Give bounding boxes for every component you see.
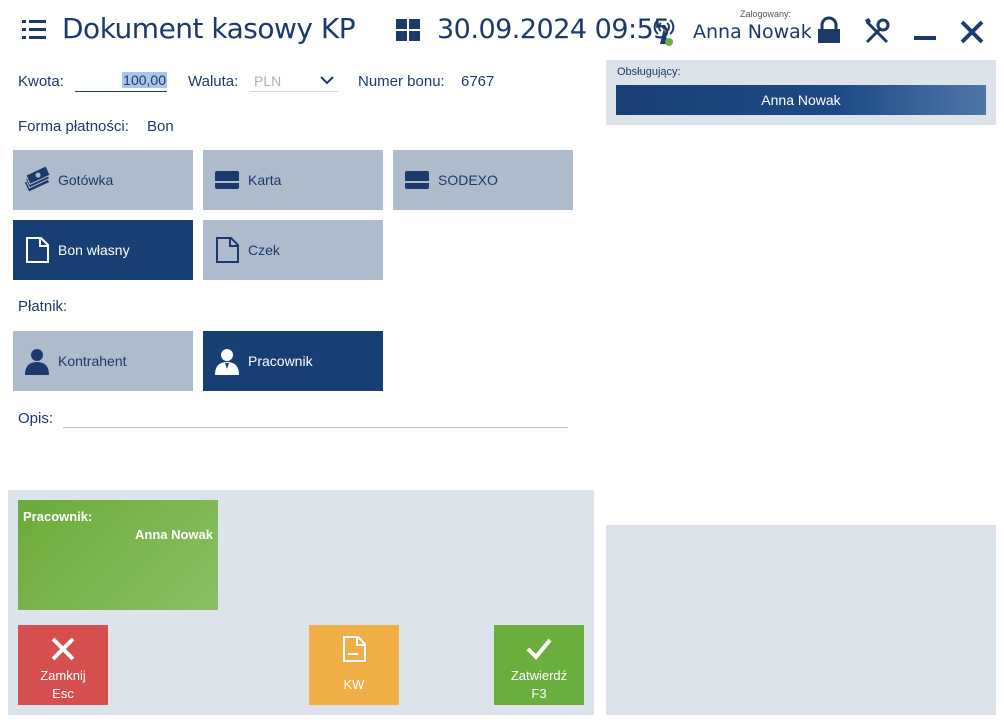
tile-gotowka[interactable]: Gotówka bbox=[13, 150, 193, 210]
tools-icon[interactable] bbox=[861, 14, 893, 48]
obslugujacy-panel: Obsługujący: Anna Nowak bbox=[606, 60, 996, 125]
confirm-button-shortcut: F3 bbox=[531, 686, 547, 701]
tile-label: Karta bbox=[248, 172, 282, 188]
checkmark-icon bbox=[525, 635, 553, 663]
confirm-button-label: Zatwierdź bbox=[510, 668, 568, 683]
kwota-label: Kwota: bbox=[18, 73, 64, 90]
forma-platnosci-value: Bon bbox=[147, 118, 174, 135]
pracownik-card: Pracownik: Anna Nowak bbox=[18, 500, 218, 610]
tile-label: SODEXO bbox=[438, 172, 498, 188]
logged-user-name: Anna Nowak bbox=[693, 21, 812, 43]
minimize-icon[interactable] bbox=[909, 14, 941, 48]
tile-sodexo[interactable]: SODEXO bbox=[393, 150, 573, 210]
opis-input[interactable] bbox=[63, 427, 568, 428]
logged-label: Zalogowany: bbox=[740, 9, 792, 19]
card-icon bbox=[403, 166, 431, 194]
close-icon[interactable] bbox=[956, 14, 988, 48]
tile-label: Pracownik bbox=[248, 353, 313, 369]
document-icon bbox=[23, 236, 51, 264]
tile-label: Bon własny bbox=[58, 242, 130, 258]
waluta-label: Waluta: bbox=[188, 73, 239, 90]
document-icon bbox=[340, 635, 368, 663]
kwota-input[interactable]: 100,00 bbox=[75, 70, 167, 92]
numer-bonu-label: Numer bonu: bbox=[358, 73, 445, 90]
card-icon bbox=[213, 166, 241, 194]
close-button[interactable]: Zamknij Esc bbox=[18, 625, 108, 705]
tile-label: Kontrahent bbox=[58, 353, 127, 369]
obslugujacy-value[interactable]: Anna Nowak bbox=[616, 85, 986, 115]
employee-icon bbox=[213, 347, 241, 375]
tile-czek[interactable]: Czek bbox=[203, 220, 383, 280]
person-icon bbox=[23, 347, 51, 375]
tile-label: Gotówka bbox=[58, 172, 114, 188]
lock-icon[interactable] bbox=[813, 14, 845, 48]
opis-label: Opis: bbox=[18, 410, 54, 427]
header-bar: Dokument kasowy KP 30.09.2024 09:55 Zalo… bbox=[0, 0, 1004, 62]
signal-icon bbox=[650, 16, 678, 48]
tile-karta[interactable]: Karta bbox=[203, 150, 383, 210]
datetime-display: 30.09.2024 09:55 bbox=[437, 14, 670, 45]
menu-icon[interactable] bbox=[22, 20, 46, 40]
forma-platnosci-label: Forma płatności: bbox=[18, 118, 129, 135]
close-button-shortcut: Esc bbox=[52, 686, 74, 701]
confirm-button[interactable]: Zatwierdź F3 bbox=[494, 625, 584, 705]
pracownik-card-value: Anna Nowak bbox=[134, 527, 213, 542]
cash-icon bbox=[23, 165, 51, 194]
numer-bonu-value: 6767 bbox=[461, 73, 495, 90]
waluta-select[interactable]: PLN bbox=[250, 70, 338, 92]
tile-kontrahent[interactable]: Kontrahent bbox=[13, 331, 193, 391]
pracownik-card-label: Pracownik: bbox=[23, 509, 93, 524]
close-button-label: Zamknij bbox=[40, 668, 86, 683]
tile-label: Czek bbox=[248, 242, 280, 258]
kw-button-label: KW bbox=[343, 677, 365, 692]
kw-button[interactable]: KW bbox=[309, 625, 399, 705]
document-icon bbox=[213, 236, 241, 264]
tile-pracownik[interactable]: Pracownik bbox=[203, 331, 383, 391]
windows-grid-icon[interactable] bbox=[396, 19, 420, 41]
kwota-value: 100,00 bbox=[122, 72, 167, 88]
obslugujacy-label: Obsługujący: bbox=[617, 66, 681, 78]
tile-bon-wlasny[interactable]: Bon własny bbox=[13, 220, 193, 280]
close-x-icon bbox=[49, 635, 77, 663]
chevron-down-icon bbox=[320, 73, 334, 87]
page-title: Dokument kasowy KP bbox=[62, 12, 356, 45]
right-bottom-panel bbox=[606, 525, 996, 715]
platnik-label: Płatnik: bbox=[18, 298, 68, 315]
waluta-value: PLN bbox=[254, 73, 282, 89]
